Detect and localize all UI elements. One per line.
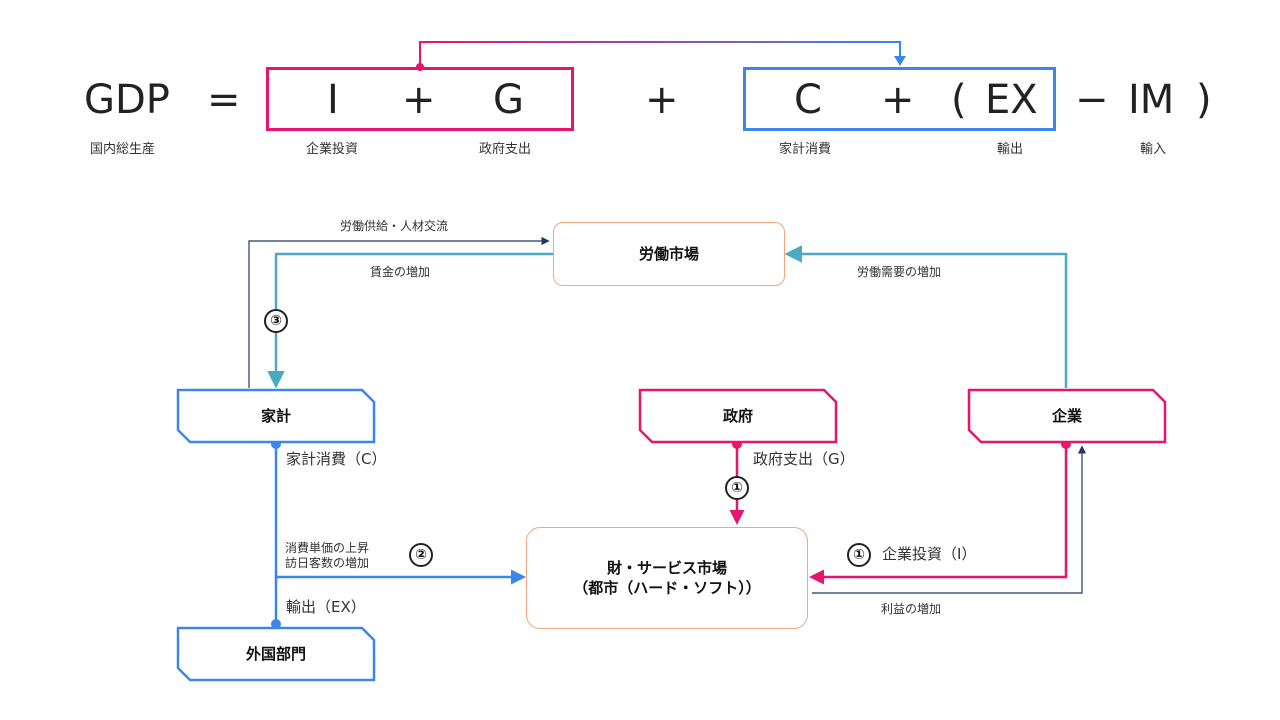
government-label: 政府支出 <box>479 142 532 157</box>
government-label: 政府 <box>722 407 753 425</box>
badge-two: ② <box>409 543 433 567</box>
profit-increase-arrow <box>812 445 1087 594</box>
company-node: 企業 <box>967 388 1167 444</box>
visitors-increase-label: 訪日客数の増加 <box>285 556 370 570</box>
badge-one-company: ① <box>847 543 871 567</box>
wage-increase-label: 賃金の増加 <box>370 265 431 279</box>
close-paren: ) <box>1196 77 1212 123</box>
foreign-sector-node: 外国部門 <box>176 626 376 682</box>
plus-sign: + <box>645 77 679 123</box>
company-investment-label: 企業投資（I） <box>882 545 977 563</box>
government-node: 政府 <box>638 388 838 444</box>
export-label: 輸出 <box>997 142 1024 157</box>
household-node: 家計 <box>176 388 376 444</box>
exports-label: 輸出（EX） <box>286 598 366 616</box>
investment-term: I <box>327 77 339 123</box>
government-term: G <box>493 77 524 123</box>
goods-market-node: 財・サービス市場 （都市（ハード・ソフト）） <box>526 527 808 629</box>
household-consumption-line <box>271 439 281 629</box>
labor-market-label: 労働市場 <box>638 245 699 263</box>
gdp-label: 国内総生産 <box>90 142 156 157</box>
government-spending-label: 政府支出（G） <box>753 450 855 468</box>
goods-market-label: 財・サービス市場 <box>606 559 727 577</box>
profit-increase-label: 利益の増加 <box>881 602 942 616</box>
equals-sign: = <box>207 77 241 123</box>
import-label: 輸入 <box>1140 142 1167 157</box>
household-label: 家計 <box>260 407 291 425</box>
price-rise-label: 消費単価の上昇 <box>285 541 370 555</box>
gdp-term: GDP <box>84 77 170 123</box>
plus-sign: + <box>881 77 915 123</box>
export-term: EX <box>985 77 1038 123</box>
badge-one-government: ① <box>725 476 749 500</box>
import-term: IM <box>1128 77 1175 123</box>
plus-sign: + <box>402 77 436 123</box>
minus-sign: − <box>1075 77 1109 123</box>
labor-demand-label: 労働需要の増加 <box>857 265 942 279</box>
consumption-label: 家計消費 <box>779 142 832 157</box>
company-label: 企業 <box>1051 407 1082 425</box>
labor-market-node: 労働市場 <box>553 222 785 286</box>
foreign-sector-label: 外国部門 <box>245 645 306 663</box>
goods-market-sublabel: （都市（ハード・ソフト）） <box>573 579 761 597</box>
household-consumption-label: 家計消費（C） <box>286 450 387 468</box>
investment-label: 企業投資 <box>306 142 359 157</box>
badge-three: ③ <box>264 309 288 333</box>
open-paren: ( <box>951 77 967 123</box>
labor-supply-arrow <box>248 236 550 388</box>
labor-supply-label: 労働供給・人材交流 <box>340 219 449 233</box>
consumption-term: C <box>794 77 822 123</box>
